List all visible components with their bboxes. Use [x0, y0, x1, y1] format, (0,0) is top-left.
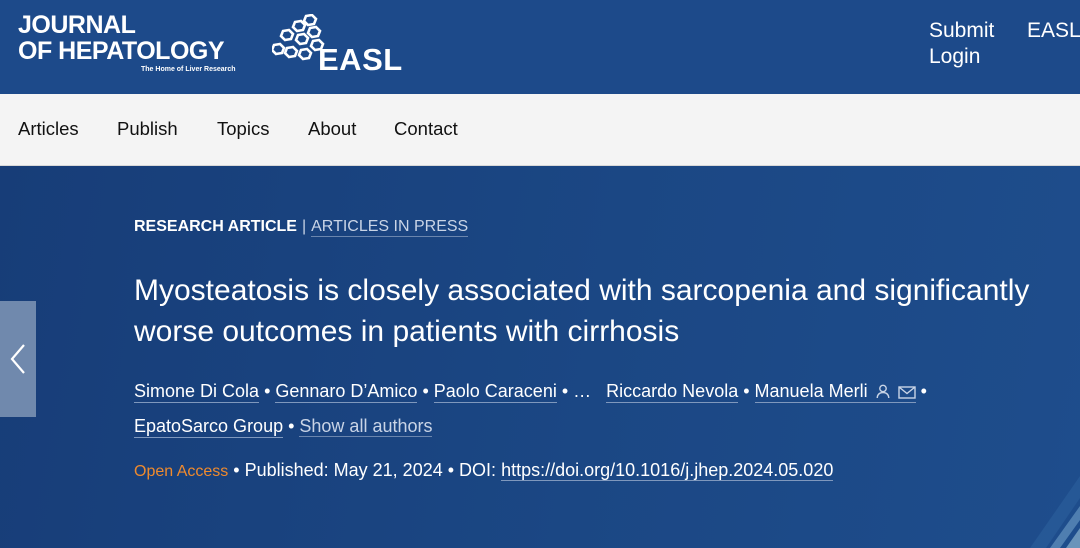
published-date: Published: May 21, 2024	[244, 460, 443, 480]
journal-logo-line2: OF HEPATOLOGY	[18, 37, 225, 65]
decorative-stripes	[1030, 476, 1080, 548]
article-kicker: RESEARCH ARTICLE | ARTICLES IN PRESS	[134, 218, 469, 237]
articles-in-press-link[interactable]: ARTICLES IN PRESS	[311, 218, 469, 237]
main-nav: Articles Publish Topics About Contact	[0, 94, 1080, 166]
journal-logo-line1: JOURNAL	[18, 11, 136, 39]
article-meta: Open Access • Published: May 21, 2024 • DOI:…	[134, 460, 834, 481]
doi-link[interactable]: https://doi.org/10.1016/j.jhep.2024.05.0…	[501, 460, 834, 481]
author-link[interactable]: Paolo Caraceni	[433, 381, 557, 403]
site-header: JOURNAL OF HEPATOLOGY The Home of Liver …	[0, 0, 1080, 94]
corresponding-author-link[interactable]: Manuela Merli	[754, 381, 916, 403]
author-link[interactable]: Riccardo Nevola	[606, 381, 739, 403]
nav-topics[interactable]: Topics	[217, 118, 269, 140]
journal-tagline: The Home of Liver Research	[141, 66, 236, 73]
nav-contact[interactable]: Contact	[394, 118, 458, 140]
doi-label: DOI:	[459, 460, 497, 480]
open-access-badge: Open Access	[134, 463, 229, 480]
submit-link[interactable]: Submit	[929, 18, 994, 44]
author-list: Simone Di Cola • Gennaro D’Amico • Paolo Car…	[134, 381, 927, 438]
account-links: Submit Login	[929, 18, 994, 70]
login-link[interactable]: Login	[929, 44, 994, 70]
author-link[interactable]: EpatoSarco Group	[134, 416, 284, 438]
kicker-separator: |	[301, 218, 307, 235]
author-ellipsis: …	[573, 381, 592, 401]
person-icon	[876, 384, 890, 399]
nav-publish[interactable]: Publish	[117, 118, 178, 140]
easl-logo[interactable]: EASL	[272, 14, 407, 77]
nav-about[interactable]: About	[308, 118, 356, 140]
article-hero: RESEARCH ARTICLE | ARTICLES IN PRESS Myost…	[0, 166, 1080, 548]
journal-logo[interactable]: JOURNAL OF HEPATOLOGY	[18, 11, 225, 65]
chevron-left-icon	[10, 344, 25, 374]
envelope-icon	[897, 386, 916, 399]
author-link[interactable]: Simone Di Cola	[134, 381, 260, 403]
article-type: RESEARCH ARTICLE	[134, 218, 297, 235]
nav-articles[interactable]: Articles	[18, 118, 79, 140]
easl-logo-text: EASL	[318, 42, 403, 77]
author-link[interactable]: Gennaro D’Amico	[275, 381, 418, 403]
easl-link[interactable]: EASL	[1027, 18, 1080, 44]
article-title: Myosteatosis is closely associated with …	[134, 274, 1030, 348]
show-all-authors-link[interactable]: Show all authors	[299, 416, 433, 437]
author-name: Manuela Merli	[754, 381, 868, 401]
previous-article-button[interactable]	[0, 301, 36, 417]
